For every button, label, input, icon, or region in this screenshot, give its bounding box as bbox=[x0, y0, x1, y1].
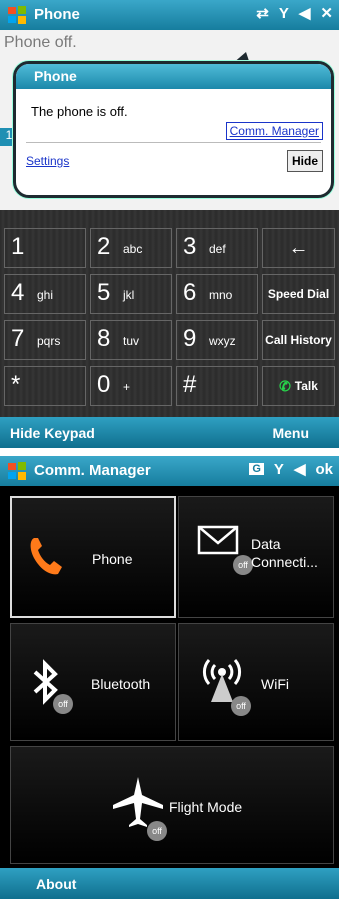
key-3[interactable]: 3 def bbox=[176, 228, 258, 268]
signal-icon[interactable]: Y bbox=[274, 461, 284, 478]
connectivity-icon[interactable]: ⇄ bbox=[256, 4, 269, 22]
phone-label: Phone bbox=[92, 551, 133, 567]
softkey-bar: Hide Keypad Menu bbox=[0, 417, 339, 448]
window-title: Phone bbox=[34, 6, 80, 23]
volume-icon[interactable]: ◀ bbox=[299, 4, 311, 22]
notification-header: Phone bbox=[16, 64, 331, 89]
key-2[interactable]: 2 abc bbox=[90, 228, 172, 268]
windows-start-icon[interactable] bbox=[6, 4, 28, 26]
off-badge: off bbox=[233, 555, 253, 575]
wifi-tile[interactable]: off WiFi bbox=[178, 623, 334, 741]
key-7[interactable]: 7 pqrs bbox=[4, 320, 86, 360]
talk-button[interactable]: ✆ Talk bbox=[262, 366, 335, 406]
comm-manager-screen: Comm. Manager G Y ◀ ok Phone off Data Co… bbox=[0, 456, 339, 899]
hide-button[interactable]: Hide bbox=[286, 150, 323, 172]
flight-mode-tile[interactable]: off Flight Mode bbox=[10, 746, 334, 864]
phone-tile[interactable]: Phone bbox=[10, 496, 176, 618]
phone-handset-icon bbox=[30, 538, 62, 575]
key-4[interactable]: 4 ghi bbox=[4, 274, 86, 314]
data-connection-label: Data Connecti... bbox=[251, 536, 318, 570]
settings-link[interactable]: Settings bbox=[26, 154, 69, 168]
windows-start-icon[interactable] bbox=[6, 460, 28, 482]
keypad: 1 2 abc 3 def ← 4 ghi 5 jkl 6 mno Speed Dial … bbox=[0, 210, 339, 417]
close-button[interactable]: ✕ bbox=[320, 4, 333, 22]
about-softkey[interactable]: About bbox=[36, 876, 76, 892]
key-1[interactable]: 1 bbox=[4, 228, 86, 268]
call-history-button[interactable]: Call History bbox=[262, 320, 335, 360]
key-9[interactable]: 9 wxyz bbox=[176, 320, 258, 360]
backspace-button[interactable]: ← bbox=[262, 228, 335, 268]
key-0[interactable]: 0 + bbox=[90, 366, 172, 406]
key-5[interactable]: 5 jkl bbox=[90, 274, 172, 314]
key-star[interactable]: * bbox=[4, 366, 86, 406]
hide-keypad-softkey[interactable]: Hide Keypad bbox=[10, 425, 95, 441]
phone-icon: ✆ bbox=[279, 377, 291, 394]
ok-button[interactable]: ok bbox=[315, 461, 333, 478]
off-badge: off bbox=[53, 694, 73, 714]
bluetooth-tile[interactable]: off Bluetooth bbox=[10, 623, 176, 741]
gprs-badge[interactable]: G bbox=[249, 463, 264, 475]
key-6[interactable]: 6 mno bbox=[176, 274, 258, 314]
window-title: Comm. Manager bbox=[34, 462, 151, 479]
phone-screen: Phone ⇄ Y ◀ ✕ Phone off. 1 Phone The pho… bbox=[0, 0, 339, 448]
off-badge: off bbox=[147, 821, 167, 841]
notification-bubble: Phone The phone is off. Comm. Manager Se… bbox=[13, 61, 334, 198]
wifi-label: WiFi bbox=[261, 676, 289, 692]
divider bbox=[26, 142, 321, 143]
phone-status-text: Phone off. bbox=[4, 34, 77, 51]
speed-dial-button[interactable]: Speed Dial bbox=[262, 274, 335, 314]
softkey-bar: About bbox=[0, 868, 339, 899]
notification-message: The phone is off. bbox=[31, 104, 128, 119]
key-8[interactable]: 8 tuv bbox=[90, 320, 172, 360]
volume-icon[interactable]: ◀ bbox=[294, 460, 306, 478]
menu-softkey[interactable]: Menu bbox=[272, 425, 309, 441]
data-connection-tile[interactable]: off Data Connecti... bbox=[178, 496, 334, 618]
flight-mode-label: Flight Mode bbox=[169, 799, 243, 815]
off-badge: off bbox=[231, 696, 251, 716]
comm-manager-link[interactable]: Comm. Manager bbox=[225, 122, 323, 140]
signal-off-icon[interactable]: Y bbox=[279, 5, 289, 22]
key-hash[interactable]: # bbox=[176, 366, 258, 406]
bluetooth-label: Bluetooth bbox=[91, 676, 151, 692]
titlebar: Comm. Manager G Y ◀ ok bbox=[0, 456, 339, 486]
titlebar: Phone ⇄ Y ◀ ✕ bbox=[0, 0, 339, 30]
